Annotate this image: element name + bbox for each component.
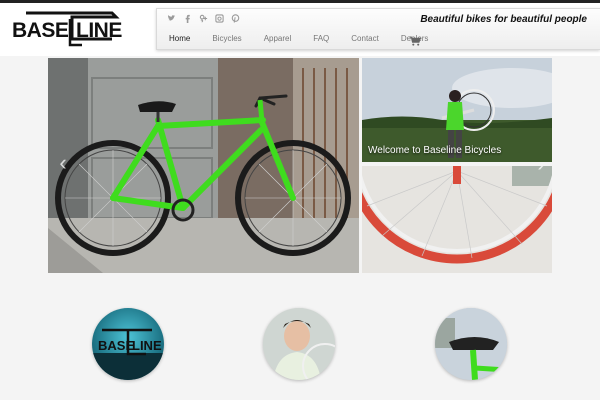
circle-logo-text-line: LINE — [132, 338, 162, 353]
nav-contact[interactable]: Contact — [351, 34, 379, 43]
gallery-caption: Welcome to Baseline Bicycles — [368, 145, 502, 156]
chevron-left-icon[interactable]: ‹ — [56, 152, 70, 174]
chevron-right-icon[interactable]: › — [534, 166, 548, 175]
person-portrait-thumbnail — [263, 308, 335, 380]
site-logo[interactable]: BASE LINE — [12, 9, 124, 51]
site-tagline: Beautiful bikes for beautiful people — [420, 14, 587, 25]
hero-gallery: ‹ Welcome to Baseline Bicycles — [48, 58, 552, 273]
gallery-image-green-bike[interactable]: ‹ — [48, 58, 359, 273]
circle-logo-text-base: BASE — [98, 338, 134, 353]
nav-bicycles[interactable]: Bicycles — [212, 34, 241, 43]
twitter-icon[interactable] — [167, 14, 176, 23]
google-plus-icon[interactable] — [199, 14, 208, 23]
green-bike-photo — [48, 58, 359, 273]
cart-icon[interactable] — [409, 33, 421, 46]
red-rim-wheel-photo — [362, 166, 552, 273]
logo-text-base: BASE — [12, 19, 69, 42]
nav-faq[interactable]: FAQ — [313, 34, 329, 43]
baseline-logo-thumbnail: BASE LINE — [92, 328, 164, 380]
social-links — [167, 14, 240, 26]
logo-text-line: LINE — [76, 19, 122, 42]
gallery-image-wheel[interactable]: › — [362, 166, 552, 273]
bike-saddle-thumbnail — [435, 308, 507, 380]
instagram-icon[interactable] — [215, 14, 224, 23]
feature-circle-logo[interactable]: BASE LINE — [92, 308, 164, 380]
facebook-icon[interactable] — [183, 14, 192, 23]
nav-apparel[interactable]: Apparel — [264, 34, 292, 43]
feature-circle-person[interactable] — [263, 308, 335, 380]
nav-home[interactable]: Home — [169, 34, 190, 43]
site-header: BASE LINE Beautiful bikes for beautiful … — [0, 0, 600, 56]
feature-circle-bike[interactable] — [435, 308, 507, 380]
pinterest-icon[interactable] — [231, 14, 240, 23]
gallery-image-rider[interactable]: Welcome to Baseline Bicycles — [362, 58, 552, 162]
navigation-panel: Beautiful bikes for beautiful people Hom… — [156, 8, 600, 50]
